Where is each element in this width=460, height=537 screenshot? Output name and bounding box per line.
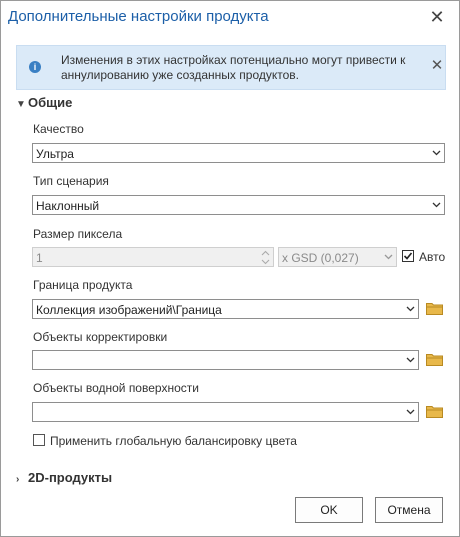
correction-features-label: Объекты корректировки [33,330,168,344]
auto-checkbox[interactable] [402,250,414,262]
global-color-balance-checkbox[interactable] [33,434,45,446]
scenario-type-select[interactable]: Наклонный [32,195,445,215]
info-icon: i [29,61,41,73]
advanced-product-settings-dialog: Дополнительные настройки продукта ✕ i Из… [0,0,460,537]
chevron-down-icon [406,357,415,363]
dismiss-info-icon[interactable]: ✕ [429,58,445,74]
dialog-title: Дополнительные настройки продукта [8,8,269,25]
chevron-right-icon: › [16,474,20,485]
auto-label: Авто [419,250,446,264]
chevron-down-icon [432,202,441,208]
scenario-type-label: Тип сценария [33,174,109,188]
info-message: Изменения в этих настройках потенциально… [61,53,406,82]
chevron-down-icon [406,306,415,312]
quality-label: Качество [33,122,84,136]
info-banner: i Изменения в этих настройках потенциаль… [16,45,446,90]
water-features-select[interactable] [32,402,419,422]
chevron-down-icon [406,409,415,415]
chevron-down-icon: ▼ [16,99,26,110]
section-2d-products-label: 2D-продукты [28,470,113,485]
section-general-header[interactable]: ▼ Общие [16,95,72,110]
product-boundary-value: Коллекция изображений\Граница [36,303,222,317]
product-boundary-label: Граница продукта [33,278,133,292]
section-2d-products-header[interactable]: › 2D-продукты [16,470,112,485]
product-boundary-select[interactable]: Коллекция изображений\Граница [32,299,419,319]
checkmark-icon [403,252,413,260]
pixel-size-unit-value: x GSD (0,027) [282,251,359,265]
quality-select[interactable]: Ультра [32,143,445,163]
ok-button[interactable]: OK [295,497,363,523]
close-icon[interactable]: ✕ [427,7,447,27]
browse-folder-icon[interactable] [426,405,443,418]
global-color-balance-label: Применить глобальную балансировку цвета [50,434,297,448]
chevron-down-icon [384,254,393,260]
scenario-type-value: Наклонный [36,199,100,213]
cancel-button[interactable]: Отмена [375,497,443,523]
pixel-size-unit-select[interactable]: x GSD (0,027) [278,247,397,267]
pixel-size-value: 1 [36,251,43,265]
water-features-label: Объекты водной поверхности [33,381,199,395]
pixel-size-label: Размер пиксела [33,227,123,241]
correction-features-select[interactable] [32,350,419,370]
browse-folder-icon[interactable] [426,302,443,315]
quality-value: Ультра [36,147,74,161]
pixel-size-input[interactable]: 1 [32,247,274,267]
spinner-icon [261,250,270,265]
browse-folder-icon[interactable] [426,353,443,366]
section-general-label: Общие [28,95,73,110]
chevron-down-icon [432,150,441,156]
